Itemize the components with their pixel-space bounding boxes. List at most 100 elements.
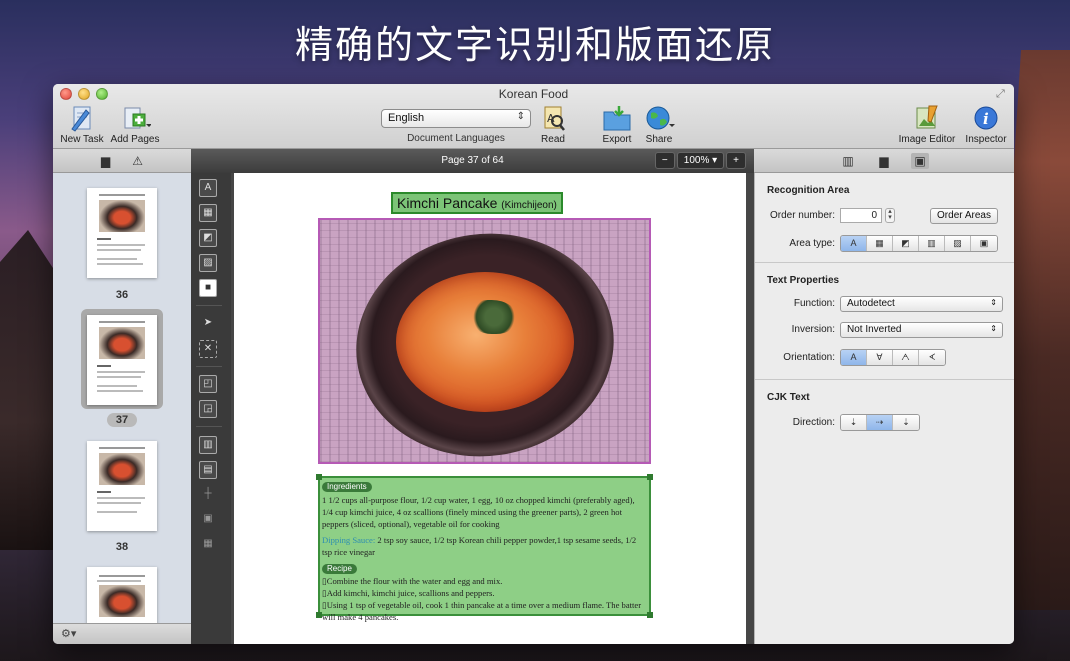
order-number-field[interactable]: 0 [840,208,882,223]
dish-subtitle: (Kimchijeon) [501,200,557,211]
add-row-icon[interactable]: ▤ [199,461,217,479]
text-area-tool-icon[interactable]: A [199,179,217,197]
table-grid-icon[interactable]: ▦ [199,536,217,554]
text-properties-title: Text Properties [767,275,840,286]
orientation-rotate-180-icon[interactable]: ᗅ [893,350,919,365]
zoom-level-select[interactable]: 100% ▾ [676,152,725,169]
direction-segmented-control: ⇣ ⇢ ⇣ [840,414,920,431]
function-value: Autodetect [847,298,895,309]
picture-area[interactable] [318,218,651,464]
delete-area-icon[interactable]: ✕ [199,340,217,358]
zoom-value: 100% [683,155,710,166]
inversion-select[interactable]: Not Inverted ⇕ [840,322,1003,338]
page-number: 38 [115,541,129,553]
document-properties-tab-icon[interactable]: ▥ [839,153,857,169]
recipe-step-text: Combine the flour with the water and egg… [326,576,503,586]
resize-handle[interactable] [647,612,653,618]
select-pointer-icon[interactable]: ➤ [199,315,217,333]
title-text-area[interactable]: Kimchi Pancake (Kimchijeon) [391,192,563,214]
barcode-area-type-icon[interactable]: ▥ [919,236,945,251]
table-area-type-icon[interactable]: ▦ [867,236,893,251]
recognition-area-tool-icon[interactable]: ■ [199,279,217,297]
cjk-text-title: CJK Text [767,392,810,403]
page-thumbnail[interactable] [87,567,157,623]
orientation-rotate-left-icon[interactable]: ∀ [867,350,893,365]
bring-to-front-icon[interactable]: ◰ [199,375,217,393]
page-thumbnail[interactable] [87,188,157,278]
ingredients-heading: Ingredients [322,482,372,492]
send-to-back-icon[interactable]: ◲ [199,400,217,418]
toolstrip-divider [196,305,222,306]
order-number-label: Order number: [769,210,835,221]
page-navigation-bar: Page 37 of 64 − 100% ▾ + [191,149,754,173]
info-icon: i [970,104,1002,132]
svg-text:i: i [983,110,989,128]
dipping-sauce-label: Dipping Sauce: [322,535,376,545]
new-task-label: New Task [60,134,104,145]
add-pages-button[interactable]: Add Pages [109,104,161,145]
fullscreen-icon[interactable]: ⤢ [996,88,1008,100]
new-task-button[interactable]: New Task [59,104,105,145]
orientation-rotate-right-icon[interactable]: ᗉ [919,350,945,365]
background-picture-type-icon[interactable]: ▨ [945,236,971,251]
image-editor-button[interactable]: Image Editor [897,104,957,145]
window-title: Korean Food [498,87,569,101]
picture-area-tool-icon[interactable]: ◩ [199,229,217,247]
resize-handle[interactable] [316,474,322,480]
merge-cells-icon[interactable]: ▣ [199,511,217,529]
page-properties-tab-icon[interactable]: ▆ [875,153,893,169]
export-label: Export [602,134,632,145]
table-area-tool-icon[interactable]: ▦ [199,204,217,222]
area-type-segmented-control: A ▦ ◩ ▥ ▨ ▣ [840,235,998,252]
inspector-label: Inspector [965,134,1007,145]
updown-arrows-icon: ⇕ [516,111,525,122]
page-thumbnail[interactable] [87,441,157,531]
recipe-step: ▯Combine the flour with the water and eg… [322,576,503,586]
recognition-area-section: Recognition Area Order number: 0 ▴ ▾ Orde… [755,173,1014,263]
dish-title: Kimchi Pancake [397,195,498,211]
page-number: 36 [115,289,129,301]
inspector-button[interactable]: i Inspector [963,104,1009,145]
resize-handle[interactable] [647,474,653,480]
order-areas-button[interactable]: Order Areas [930,208,998,224]
document-page: Kimchi Pancake (Kimchijeon) Ingredients … [234,173,746,644]
recipe-heading: Recipe [322,564,357,574]
order-number-stepper[interactable]: ▴ ▾ [885,208,895,223]
page-thumbnails-sidebar[interactable]: 36 37 38 [53,173,191,623]
document-language-select[interactable]: English ⇕ [381,109,531,128]
split-cells-icon[interactable]: ┼ [199,486,217,504]
page-thumbnail-selected[interactable] [87,315,157,405]
function-select[interactable]: Autodetect ⇕ [840,296,1003,312]
thumbnail-food-image [99,200,145,232]
vertical-left-to-right-icon[interactable]: ⇣ [893,415,919,430]
add-column-icon[interactable]: ▥ [199,436,217,454]
document-viewer: Kimchi Pancake (Kimchijeon) Ingredients … [231,173,754,644]
background-picture-tool-icon[interactable]: ▨ [199,254,217,272]
page-number-selected: 37 [107,413,137,427]
recipe-step: ▯Add kimchi, kimchi juice, scallions and… [322,588,495,598]
sidebar-settings-button[interactable]: ⚙▾ [53,623,191,644]
thumbnail-food-image [99,453,145,485]
orientation-normal-icon[interactable]: A [841,350,867,365]
read-icon: A [537,104,569,132]
add-pages-label: Add Pages [110,134,160,145]
horizontal-left-to-right-icon[interactable]: ⇢ [867,415,893,430]
zoom-out-button[interactable]: − [654,152,675,169]
document-languages-label: Document Languages [407,133,505,144]
export-button[interactable]: Export [599,104,635,145]
zoom-in-button[interactable]: + [726,152,746,169]
area-properties-tab-icon[interactable]: ▣ [911,152,929,169]
sidebar-tabs: ▆ ⚠ [53,149,191,173]
read-button[interactable]: A Read [535,104,571,145]
recognition-area-type-icon[interactable]: ▣ [971,236,997,251]
body-text-area[interactable]: Ingredients 1 1/2 cups all-purpose flour… [316,474,653,622]
pages-tab-icon[interactable]: ▆ [101,154,110,168]
picture-area-type-icon[interactable]: ◩ [893,236,919,251]
orientation-label: Orientation: [783,352,835,363]
warnings-tab-icon[interactable]: ⚠ [132,154,143,168]
resize-handle[interactable] [316,612,322,618]
text-area-type-icon[interactable]: A [841,236,867,251]
vertical-right-to-left-icon[interactable]: ⇣ [841,415,867,430]
share-button[interactable]: Share [641,104,677,145]
promo-headline: 精确的文字识别和版面还原 [294,23,775,67]
